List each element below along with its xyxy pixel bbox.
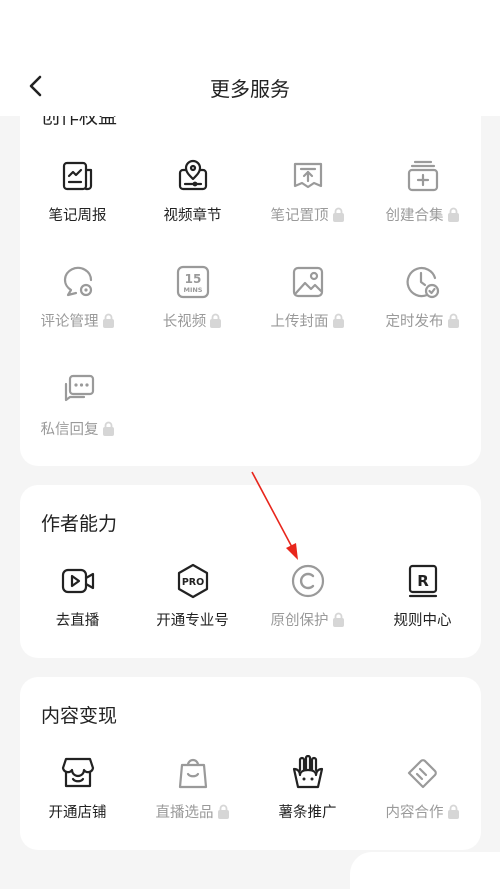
svg-text:R: R bbox=[417, 572, 429, 590]
lock-icon bbox=[217, 804, 229, 819]
item-label: 原创保护 bbox=[250, 609, 365, 630]
scheduled-publish-button[interactable]: 定时发布 bbox=[365, 264, 480, 344]
page-title: 更多服务 bbox=[210, 77, 290, 101]
item-label: 笔记置顶 bbox=[250, 204, 365, 225]
lock-icon bbox=[447, 804, 459, 819]
item-label: 直播选品 bbox=[135, 801, 250, 822]
top-navigation-bar: 更多服务 bbox=[0, 56, 500, 116]
lock-icon bbox=[447, 207, 459, 222]
original-protection-button[interactable]: 原创保护 bbox=[250, 563, 365, 643]
fries-promo-icon bbox=[290, 754, 326, 791]
content-cooperation-icon bbox=[405, 755, 441, 791]
item-label: 规则中心 bbox=[393, 613, 452, 629]
floating-corner-panel bbox=[350, 852, 500, 889]
message-reply-button[interactable]: 私信回复 bbox=[20, 372, 135, 452]
open-pro-account-button[interactable]: PRO 开通专业号 bbox=[135, 563, 250, 643]
go-live-button[interactable]: 去直播 bbox=[20, 563, 135, 643]
monetization-card: 内容变现 开通店铺 直播选品 薯条推广 内容合作 bbox=[20, 677, 481, 850]
shopping-bag-icon bbox=[175, 755, 211, 791]
lock-icon bbox=[102, 421, 114, 436]
pro-badge-icon: PRO bbox=[175, 563, 211, 599]
comment-manage-icon bbox=[60, 264, 96, 300]
content-cooperation-button[interactable]: 内容合作 bbox=[365, 755, 480, 835]
long-video-button[interactable]: 15 MINS 长视频 bbox=[135, 264, 250, 344]
svg-text:15: 15 bbox=[185, 272, 202, 286]
creation-rights-card: 创作权益 笔记周报 视频章节 笔记置顶 创建合集 评论管理 15 MINS 长视… bbox=[20, 90, 481, 466]
author-abilities-card: 作者能力 去直播 PRO 开通专业号 原创保护 R 规则中心 bbox=[20, 485, 481, 658]
open-shop-button[interactable]: 开通店铺 bbox=[20, 755, 135, 835]
pin-top-button[interactable]: 笔记置顶 bbox=[250, 158, 365, 238]
video-chapter-button[interactable]: 视频章节 bbox=[135, 158, 250, 238]
item-label: 评论管理 bbox=[20, 310, 135, 331]
section-title-author: 作者能力 bbox=[41, 513, 118, 535]
item-label: 私信回复 bbox=[20, 418, 135, 439]
item-label: 视频章节 bbox=[163, 208, 222, 224]
video-chapter-icon bbox=[175, 158, 211, 194]
lock-icon bbox=[210, 313, 222, 328]
item-label: 开通店铺 bbox=[48, 805, 107, 821]
item-label: 内容合作 bbox=[365, 801, 480, 822]
pin-top-icon bbox=[290, 158, 326, 194]
item-label: 创建合集 bbox=[365, 204, 480, 225]
item-label: 去直播 bbox=[55, 613, 100, 629]
fries-promotion-button[interactable]: 薯条推广 bbox=[250, 754, 365, 835]
comment-manage-button[interactable]: 评论管理 bbox=[20, 264, 135, 344]
lock-icon bbox=[332, 207, 344, 222]
svg-text:PRO: PRO bbox=[182, 577, 204, 588]
rules-center-button[interactable]: R 规则中心 bbox=[365, 563, 480, 643]
item-label: 开通专业号 bbox=[156, 613, 229, 629]
rules-book-icon: R bbox=[405, 563, 441, 599]
weekly-report-button[interactable]: 笔记周报 bbox=[20, 158, 135, 238]
upload-cover-icon bbox=[290, 264, 326, 300]
item-label: 薯条推广 bbox=[278, 805, 337, 821]
lock-icon bbox=[332, 612, 344, 627]
lock-icon bbox=[332, 313, 344, 328]
item-label: 上传封面 bbox=[250, 310, 365, 331]
15-mins-icon: 15 MINS bbox=[175, 264, 211, 300]
shop-icon bbox=[60, 755, 96, 791]
create-collection-button[interactable]: 创建合集 bbox=[365, 158, 480, 238]
section-title-monetize: 内容变现 bbox=[41, 705, 118, 727]
message-reply-icon bbox=[60, 372, 96, 408]
create-collection-icon bbox=[405, 158, 441, 194]
lock-icon bbox=[102, 313, 114, 328]
upload-cover-button[interactable]: 上传封面 bbox=[250, 264, 365, 344]
svg-text:MINS: MINS bbox=[183, 286, 202, 294]
status-bar bbox=[0, 0, 500, 56]
item-label: 定时发布 bbox=[365, 310, 480, 331]
copyright-icon bbox=[290, 563, 326, 599]
item-label: 笔记周报 bbox=[48, 208, 107, 224]
live-camera-icon bbox=[60, 563, 96, 599]
report-chart-icon bbox=[60, 158, 96, 194]
lock-icon bbox=[447, 313, 459, 328]
item-label: 长视频 bbox=[135, 310, 250, 331]
scheduled-publish-icon bbox=[405, 264, 441, 300]
live-product-selection-button[interactable]: 直播选品 bbox=[135, 755, 250, 835]
